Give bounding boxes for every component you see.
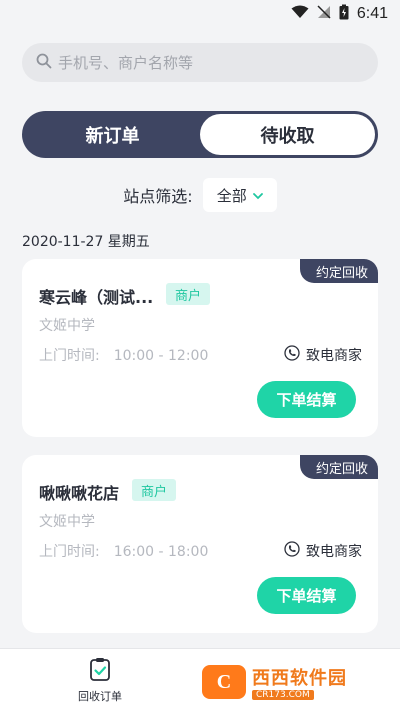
visit-time-value: 10:00 - 12:00 bbox=[113, 348, 209, 364]
search-input[interactable]: 手机号、商户名称等 bbox=[22, 43, 378, 82]
search-icon bbox=[36, 53, 52, 73]
nav-item-recycle-orders[interactable]: 回收订单 bbox=[72, 657, 128, 704]
site-watermark: C 西西软件园 CR173.COM bbox=[202, 662, 382, 702]
call-merchant-button[interactable]: 致电商家 bbox=[284, 541, 362, 561]
merchant-name: 寒云峰（测试... bbox=[39, 288, 154, 307]
merchant-type-badge: 商户 bbox=[166, 283, 211, 305]
visit-time-label: 上门时间: bbox=[39, 348, 100, 364]
watermark-title: 西西软件园 bbox=[252, 668, 347, 689]
site-filter-select[interactable]: 全部 bbox=[202, 178, 277, 212]
clipboard-check-icon bbox=[89, 657, 111, 684]
watermark-text: 西西软件园 CR173.COM bbox=[252, 664, 347, 700]
no-signal-icon bbox=[317, 5, 331, 23]
order-tag: 约定回收 bbox=[299, 259, 378, 283]
wifi-icon bbox=[291, 5, 309, 23]
tab-new-orders[interactable]: 新订单 bbox=[25, 114, 200, 155]
tab-pending-collection[interactable]: 待收取 bbox=[200, 114, 375, 155]
order-date: 2020-11-27 星期五 bbox=[22, 234, 150, 250]
site-filter: 站点筛选: 全部 bbox=[0, 178, 400, 212]
visit-time-label: 上门时间: bbox=[39, 544, 100, 560]
status-time: 6:41 bbox=[356, 5, 388, 22]
phone-icon bbox=[284, 541, 300, 561]
order-card[interactable]: 约定回收 啾啾啾花店 商户 文姬中学 上门时间: 16:00 - 18:00 致电… bbox=[22, 455, 378, 633]
school-name: 文姬中学 bbox=[39, 318, 95, 334]
site-filter-value: 全部 bbox=[216, 186, 247, 205]
call-merchant-label: 致电商家 bbox=[306, 348, 362, 364]
phone-icon bbox=[284, 345, 300, 365]
place-order-button[interactable]: 下单结算 bbox=[257, 381, 356, 418]
site-filter-label: 站点筛选: bbox=[123, 187, 193, 206]
place-order-button[interactable]: 下单结算 bbox=[257, 577, 356, 614]
call-merchant-button[interactable]: 致电商家 bbox=[284, 345, 362, 365]
order-tag: 约定回收 bbox=[299, 455, 378, 479]
order-tabs: 新订单 待收取 bbox=[22, 111, 378, 158]
visit-time-value: 16:00 - 18:00 bbox=[113, 544, 209, 560]
merchant-name: 啾啾啾花店 bbox=[39, 484, 120, 503]
nav-item-label: 回收订单 bbox=[78, 690, 122, 703]
call-merchant-label: 致电商家 bbox=[306, 544, 362, 560]
school-name: 文姬中学 bbox=[39, 514, 95, 530]
chevron-down-icon bbox=[252, 186, 263, 204]
battery-charging-icon bbox=[339, 4, 349, 24]
status-bar: 6:41 bbox=[0, 0, 400, 28]
merchant-type-badge: 商户 bbox=[132, 479, 177, 501]
order-card[interactable]: 约定回收 寒云峰（测试... 商户 文姬中学 上门时间: 10:00 - 12:0… bbox=[22, 259, 378, 437]
visit-time: 上门时间: 16:00 - 18:00 bbox=[39, 541, 208, 561]
watermark-url: CR173.COM bbox=[252, 690, 314, 700]
watermark-logo: C bbox=[202, 665, 246, 699]
visit-time: 上门时间: 10:00 - 12:00 bbox=[39, 345, 208, 365]
search-placeholder: 手机号、商户名称等 bbox=[58, 54, 194, 72]
